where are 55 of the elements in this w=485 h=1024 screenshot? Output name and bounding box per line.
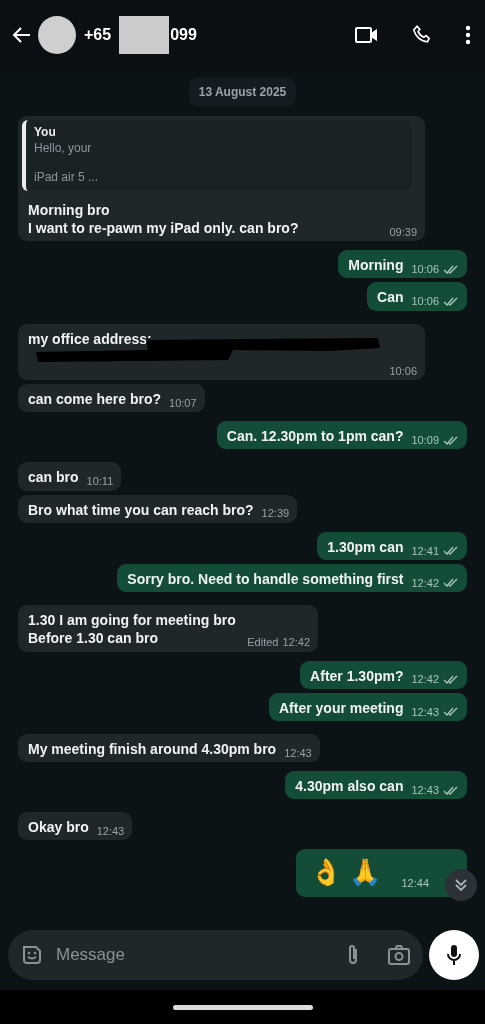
message-time: 12:42 — [411, 672, 439, 687]
message-time: 12:43 — [96, 824, 125, 839]
message-time: 10:06 — [411, 294, 439, 309]
message-time: 12:43 — [411, 782, 439, 798]
double-chevron-down-icon — [454, 877, 468, 892]
message-text: I want to re-pawn my iPad only. can bro? — [28, 218, 299, 238]
redaction-block — [119, 16, 170, 54]
emoji-text: 👌 🙏 — [310, 857, 382, 889]
message-text: 1.30 I am going for meeting bro — [28, 611, 237, 630]
message-time: 12:43 — [411, 704, 439, 719]
message-field[interactable]: Message — [8, 930, 423, 980]
message-time: 10:06 — [389, 363, 417, 378]
message-text: can bro — [28, 468, 79, 487]
message-text: After 1.30pm? — [310, 666, 404, 685]
message-time: 12:39 — [261, 506, 290, 521]
message-text: My meeting finish around 4.30pm bro — [28, 739, 277, 759]
contact-avatar[interactable] — [38, 16, 76, 54]
message-time: 12:42 — [411, 575, 439, 591]
message-text: Bro what time you can reach bro? — [28, 500, 254, 519]
message-text: Can — [377, 288, 404, 307]
message-time: 12:43 — [284, 745, 312, 761]
edited-label: Edited — [247, 635, 279, 650]
quoted-message[interactable]: You Hello, your iPad air 5 ... — [22, 120, 412, 191]
message-time: 12:42 — [282, 635, 310, 650]
message-text: my office address: — [28, 329, 153, 348]
message-text: Sorry bro. Need to handle something first — [127, 569, 404, 589]
message-text: can come here bro? — [28, 390, 162, 409]
message-text: 1.30pm can — [327, 537, 404, 556]
camera-icon[interactable] — [387, 944, 411, 966]
message-time: 09:39 — [389, 224, 417, 240]
message-text: Morning bro — [28, 200, 111, 219]
message-time: 10:07 — [169, 395, 197, 411]
back-arrow-icon — [12, 25, 32, 45]
sticker-icon[interactable] — [20, 943, 44, 967]
quote-author: You — [34, 125, 57, 141]
message-text: Okay bro — [28, 818, 89, 837]
microphone-icon — [446, 943, 462, 967]
contact-number-suffix: 099 — [170, 25, 197, 45]
quote-text: Hello, your — [34, 140, 93, 157]
quote-text: iPad air 5 ... — [34, 170, 100, 186]
message-time: 10:06 — [411, 262, 439, 277]
message-text: 4.30pm also can — [295, 777, 404, 796]
home-indicator[interactable] — [172, 1004, 313, 1010]
message-time: 10:11 — [86, 474, 114, 489]
message-time: 10:09 — [411, 433, 439, 448]
contact-number-prefix: +65 — [84, 25, 112, 45]
message-time: 12:44 — [401, 876, 429, 891]
date-chip: 13 August 2025 — [188, 78, 297, 106]
message-text: Can. 12.30pm to 1pm can? — [226, 427, 404, 446]
scroll-down-button[interactable] — [445, 868, 477, 901]
microphone-button[interactable] — [429, 930, 479, 980]
message-text: Before 1.30 can bro — [28, 629, 158, 648]
message-text: After your meeting — [279, 698, 404, 717]
message-time: 12:41 — [411, 543, 439, 558]
message-text: Morning — [348, 256, 404, 275]
